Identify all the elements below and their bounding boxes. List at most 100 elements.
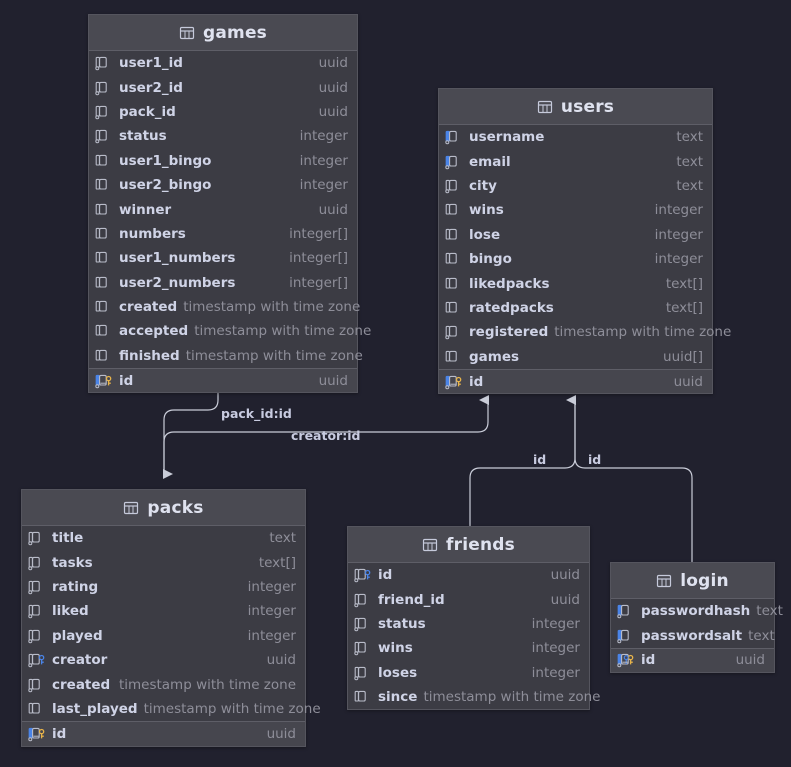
column-name: email [469, 153, 511, 170]
column-row[interactable]: rating integer [22, 575, 305, 599]
column-row[interactable]: passwordhash text [611, 599, 783, 623]
column-row[interactable]: id uuid [348, 563, 589, 587]
column-row[interactable]: games uuid[] [439, 345, 712, 369]
column-row[interactable]: played integer [22, 624, 305, 648]
column-type: integer [531, 664, 580, 681]
column-name: title [52, 530, 84, 547]
column-row[interactable]: numbers integer[] [89, 222, 357, 246]
foreign-key-icon [354, 569, 371, 583]
table-header-login[interactable]: login [611, 563, 774, 599]
index-icon [28, 580, 40, 595]
column-row[interactable]: likedpacks text[] [439, 271, 712, 295]
column-name: user1_bingo [119, 152, 212, 169]
column-type: text [756, 603, 783, 620]
index-icon [28, 629, 40, 643]
table-header-packs[interactable]: packs [22, 490, 305, 526]
table-users[interactable]: users username text email text city text wins in… [438, 88, 731, 395]
column-row[interactable]: wins integer [348, 636, 589, 660]
column-row[interactable]: wins integer [439, 198, 712, 222]
column-name: creator [52, 652, 108, 669]
table-icon [422, 538, 438, 551]
column-list: title text tasks text[] rating integer liked in… [22, 526, 321, 746]
column-row[interactable]: user2_numbers integer[] [89, 271, 357, 295]
column-row[interactable]: last_played timestamp with time zone [22, 697, 321, 721]
column-type: timestamp with time zone [118, 676, 296, 693]
column-row[interactable]: lose integer [439, 223, 712, 247]
column-row[interactable]: title text [22, 526, 305, 550]
column-name: loses [378, 664, 418, 681]
column-icon [95, 349, 107, 361]
column-row[interactable]: status integer [348, 612, 589, 636]
column-type: text [676, 129, 703, 146]
index-icon [354, 617, 366, 632]
column-row[interactable]: registered timestamp with time zone [439, 320, 731, 344]
column-row[interactable]: user1_numbers integer[] [89, 246, 357, 270]
column-row[interactable]: finished timestamp with time zone [89, 344, 363, 368]
column-row[interactable]: user2_bingo integer [89, 173, 357, 197]
column-row[interactable]: user1_bingo integer [89, 149, 357, 173]
column-type: integer [247, 627, 296, 644]
column-row[interactable]: id uuid [611, 647, 774, 673]
column-row[interactable]: tasks text[] [22, 550, 305, 574]
index-icon [354, 642, 366, 656]
table-packs[interactable]: packs title text tasks text[] rating integer li… [21, 489, 321, 747]
column-row[interactable]: bingo integer [439, 247, 712, 271]
table-games[interactable]: games user1_id uuid user2_id uuid pack_id uuid… [88, 14, 371, 394]
column-name: numbers [119, 225, 186, 242]
unique-index-icon [617, 605, 629, 619]
column-icon [95, 227, 107, 239]
column-name: id [641, 652, 656, 669]
column-name: ratedpacks [469, 299, 554, 316]
column-type: uuid [318, 372, 348, 389]
column-row[interactable]: friend_id uuid [348, 587, 589, 611]
column-list: passwordhash text passwordsalt text id uuid [611, 599, 783, 673]
column-name: games [469, 348, 520, 365]
column-type: uuid [266, 725, 296, 742]
column-row[interactable]: created timestamp with time zone [22, 672, 305, 696]
column-type: text[] [258, 554, 296, 571]
column-icon [445, 350, 457, 362]
column-type: timestamp with time zone [194, 323, 372, 340]
column-icon [95, 178, 107, 190]
column-row[interactable]: liked integer [22, 599, 305, 623]
column-row[interactable]: city text [439, 174, 712, 198]
column-row[interactable]: ratedpacks text[] [439, 296, 712, 320]
column-name: lose [469, 226, 501, 243]
column-icon [445, 228, 457, 240]
column-icon [95, 252, 107, 263]
column-row[interactable]: id uuid [22, 721, 305, 746]
table-login[interactable]: login passwordhash text passwordsalt text id u… [610, 562, 783, 674]
column-row[interactable]: since timestamp with time zone [348, 685, 600, 709]
column-name: user2_id [119, 79, 183, 96]
column-row[interactable]: email text [439, 149, 712, 173]
column-row[interactable]: accepted timestamp with time zone [89, 319, 371, 343]
column-row[interactable]: username text [439, 125, 712, 149]
column-type: integer[] [289, 274, 348, 291]
column-icon [95, 300, 107, 312]
primary-key-icon [445, 375, 462, 389]
column-row[interactable]: status integer [89, 124, 357, 148]
table-header-friends[interactable]: friends [348, 527, 589, 563]
table-friends[interactable]: friends id uuid friend_id uuid status integer w… [347, 526, 600, 711]
column-row[interactable]: id uuid [89, 368, 357, 393]
column-row[interactable]: loses integer [348, 661, 589, 685]
column-row[interactable]: creator uuid [22, 648, 305, 672]
relationship-label: creator:id [291, 428, 361, 443]
table-header-users[interactable]: users [439, 89, 712, 125]
column-icon [95, 154, 107, 166]
column-row[interactable]: user1_id uuid [89, 51, 357, 75]
column-icon [445, 204, 457, 215]
table-header-games[interactable]: games [89, 15, 357, 51]
index-icon [28, 532, 40, 546]
column-row[interactable]: id uuid [439, 368, 712, 394]
column-row[interactable]: pack_id uuid [89, 100, 357, 124]
column-row[interactable]: created timestamp with time zone [89, 295, 360, 319]
column-icon [95, 325, 107, 337]
column-row[interactable]: winner uuid [89, 197, 357, 221]
column-icon [445, 301, 457, 313]
column-name: rating [52, 578, 99, 595]
index-icon [445, 326, 457, 340]
column-row[interactable]: user2_id uuid [89, 75, 357, 99]
column-row[interactable]: passwordsalt text [611, 623, 775, 647]
column-name: winner [119, 201, 172, 218]
